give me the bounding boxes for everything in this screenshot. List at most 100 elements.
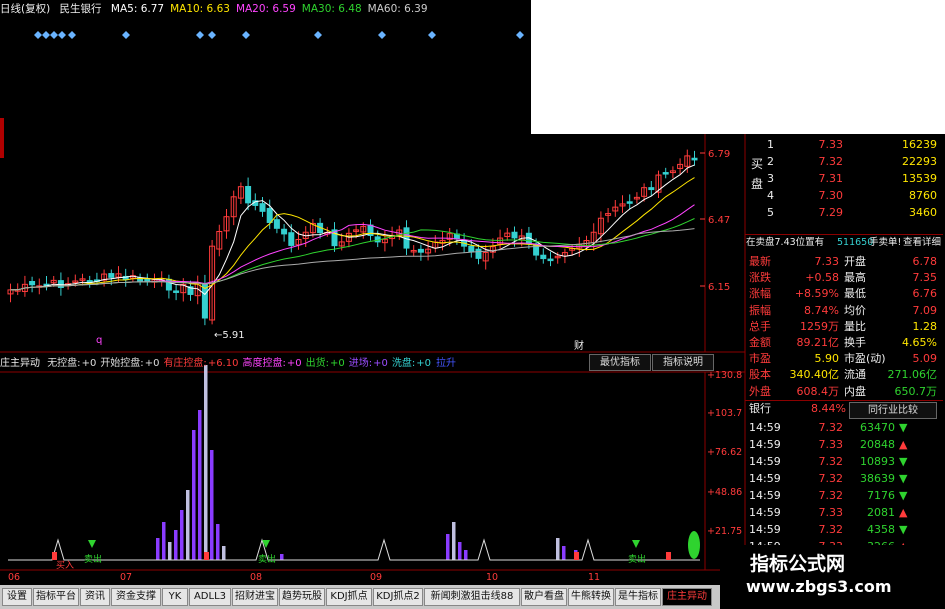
stat-row-5: 金额 89.21亿 换手 4.65% [745,335,943,350]
stat-label-2: 市盈(动) [844,352,886,366]
indicator-help-button[interactable]: 指标说明 [652,354,714,371]
bid-level: 3 [767,172,774,185]
stat-row-7: 股本 340.40亿 流通 271.06亿 [745,367,943,382]
signal-diamond [58,31,66,39]
indicator-item-0-value: +0 [81,358,97,369]
alert-volume: 511650 [837,237,874,248]
price-tick-1: 6.47 [708,215,730,226]
down-arrow-icon: ▼ [899,523,908,536]
candle-body [173,290,180,293]
signal-diamond [68,31,76,39]
indicator-item-7-value: 拉升 [435,358,456,369]
candle-body [547,258,554,262]
indicator-header: 庄主异动 无控盘:+0 开始控盘:+0 有庄控盘:+6.10 高度控盘:+0 出货:+0… [0,357,464,371]
tick-time: 14:59 [749,455,781,468]
stat-label-2: 均价 [844,303,866,317]
bid-volume: 16239 [902,138,937,151]
stock-name: 民生银行 [59,3,102,15]
industry-compare-button[interactable]: 同行业比较 [849,402,937,419]
up-arrow-icon: ▲ [899,506,908,519]
tab-1[interactable]: 指标平台 [33,588,79,606]
tick-volume: 38639 [860,472,895,485]
stat-row-1: 涨跌 +0.58 最高 7.35 [745,270,943,285]
indicator-line [8,538,700,561]
indicator-tick-1: +103.7 [707,408,742,419]
bid-row-0: 1 7.33 16239 [745,137,943,152]
tick-row-0: 14:59 7.32 63470 ▼ [745,420,943,435]
candle-body [144,278,151,283]
stat-value: 89.21亿 [796,336,840,349]
tab-3[interactable]: 资金支撑 [111,588,161,606]
tab-11[interactable]: 散户看盘 [521,588,567,606]
signal-diamond [208,31,216,39]
bid-row-2: 3 7.31 13539 [745,171,943,186]
indicator-item-6-label: 洗盘: [391,358,416,369]
signal-diamond [196,31,204,39]
indicator-bar [216,524,220,560]
tab-4[interactable]: YK [162,588,188,606]
stat-label: 涨幅 [749,287,771,301]
tick-row-5: 14:59 7.33 2081 ▲ [745,505,943,520]
stat-value-2: 271.06亿 [887,368,938,382]
bid-level: 2 [767,155,774,168]
sell-arrow [88,540,96,548]
bid-price: 7.32 [818,155,844,168]
big-order-alert: 在卖盘7.43位置有 511650 手卖单! 查看详细 [745,234,943,251]
indicator-bar [210,450,214,560]
sell-label: 卖出 [84,553,102,565]
blank-panel [531,0,945,134]
tick-row-2: 14:59 7.32 10893 ▼ [745,454,943,469]
tick-row-3: 14:59 7.32 38639 ▼ [745,471,943,486]
indicator-tick-3: +48.86 [707,487,742,498]
signal-diamond [242,31,250,39]
date-tick-1: 07 [120,572,132,583]
best-indicator-button[interactable]: 最优指标 [589,354,651,371]
tab-10[interactable]: 新闻刺激狙击线88 [424,588,520,606]
date-tick-0: 06 [8,572,20,583]
indicator-name: 庄主异动 [0,358,40,369]
ma-legend: 日线(复权) 民生银行 MA5: 6.77 MA10: 6.63 MA20: 6.5… [0,0,540,18]
down-arrow-icon: ▼ [899,489,908,502]
indicator-bar [446,534,450,560]
buy-label: 买入 [56,560,74,571]
tab-9[interactable]: KDJ抓点2 [373,588,423,606]
signal-marker [666,552,671,560]
stat-value: +0.58 [805,271,839,285]
signal-diamond [122,31,130,39]
indicator-bar [162,522,166,560]
stat-label: 市盈 [749,352,771,366]
signal-diamond [378,31,386,39]
bid-price: 7.33 [818,138,844,151]
bid-row-1: 2 7.32 22293 [745,154,943,169]
price-tick-2: 6.15 [708,282,730,293]
tick-price: 7.32 [818,523,844,536]
tick-time: 14:59 [749,506,781,519]
indicator-item-2-label: 有庄控盘: [163,358,207,369]
tab-14[interactable]: 庄主异动 [662,588,712,606]
tab-2[interactable]: 资讯 [80,588,110,606]
candle-body [266,207,273,223]
indicator-bar [464,550,468,560]
tab-12[interactable]: 牛熊转换 [568,588,614,606]
tick-row-4: 14:59 7.32 7176 ▼ [745,488,943,503]
ma-30-line [10,218,695,291]
tab-6[interactable]: 招财进宝 [232,588,278,606]
indicator-item-6-value: +0 [416,358,431,369]
tab-13[interactable]: 是牛指标 [615,588,661,606]
indicator-tick-2: +76.62 [707,447,742,458]
alert-detail-link[interactable]: 查看详细 [903,235,941,250]
tab-5[interactable]: ADLL3 [189,588,231,606]
stat-value: 5.90 [814,352,840,366]
indicator-bar [180,510,184,560]
signal-diamond [428,31,436,39]
indicator-bar [280,554,284,560]
tab-0[interactable]: 设置 [2,588,32,606]
stat-row-8: 外盘 608.4万 内盘 650.7万 [745,384,943,399]
finance-marker: 财 [574,339,584,352]
tab-7[interactable]: 趋势玩股 [279,588,325,606]
tick-price: 7.32 [818,472,844,485]
signal-marker [52,552,57,560]
stat-value-2: 6.76 [912,287,938,301]
candle-body [29,281,36,286]
tab-8[interactable]: KDJ抓点 [326,588,372,606]
